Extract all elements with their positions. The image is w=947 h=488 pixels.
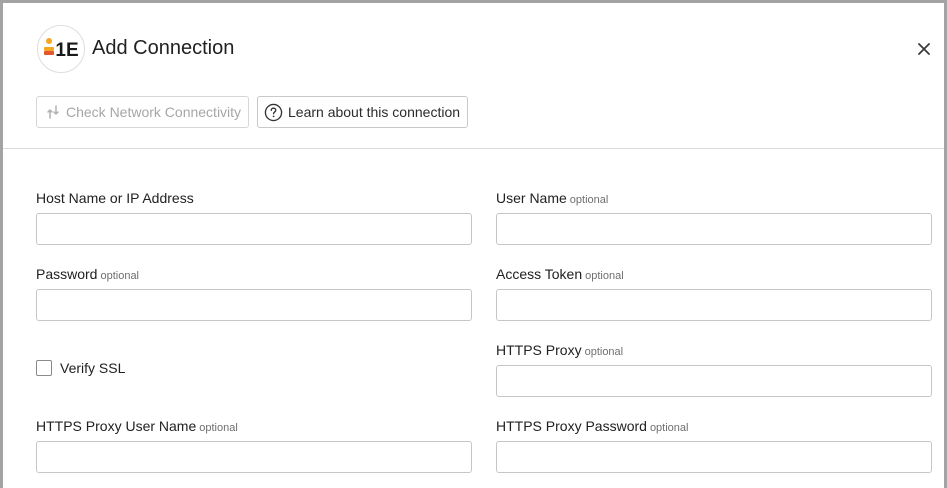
password-label: Password optional [36,266,139,282]
https-proxy-password-label-text: HTTPS Proxy Password [496,418,647,434]
optional-tag: optional [569,194,609,206]
https-proxy-password-input[interactable] [496,441,932,473]
host-name-label-text: Host Name or IP Address [36,190,194,206]
access-token-input[interactable] [496,289,932,321]
https-proxy-user-name-input[interactable] [36,441,472,473]
user-name-input[interactable] [496,213,932,245]
access-token-label-text: Access Token [496,266,583,282]
https-proxy-password-label: HTTPS Proxy Password optional [496,418,688,434]
close-icon [918,43,930,55]
https-proxy-input[interactable] [496,365,932,397]
add-connection-dialog: 1E Add Connection Check Network Connecti… [0,0,947,488]
optional-tag: optional [585,270,624,282]
optional-tag: optional [100,270,140,282]
close-button[interactable] [915,40,933,58]
user-name-label-text: User Name [496,190,567,206]
logo-text: 1E [55,40,78,61]
optional-tag: optional [649,422,689,434]
password-label-text: Password [36,266,98,282]
user-name-label: User Name optional [496,190,608,206]
optional-tag: optional [199,422,238,434]
dialog-title: Add Connection [92,37,235,59]
https-proxy-label: HTTPS Proxy optional [496,342,623,358]
learn-about-connection-label: Learn about this connection [288,104,461,120]
https-proxy-label-text: HTTPS Proxy [496,342,582,358]
check-network-connectivity-button[interactable]: Check Network Connectivity [36,96,249,128]
verify-ssl-checkbox[interactable] [36,360,52,376]
connector-logo: 1E [37,25,85,73]
optional-tag: optional [584,346,624,358]
question-circle-icon [264,103,283,121]
password-input[interactable] [36,289,472,321]
network-check-icon [47,105,59,119]
access-token-label: Access Token optional [496,266,624,282]
https-proxy-user-name-label-text: HTTPS Proxy User Name [36,418,197,434]
https-proxy-user-name-label: HTTPS Proxy User Name optional [36,418,238,434]
learn-about-connection-button[interactable]: Learn about this connection [257,96,468,128]
verify-ssl-label: Verify SSL [60,360,126,376]
header-divider [3,148,944,149]
host-name-label: Host Name or IP Address [36,190,194,206]
host-name-input[interactable] [36,213,472,245]
logo-1e-icon: 1E [44,38,79,61]
check-network-connectivity-label: Check Network Connectivity [66,104,242,120]
